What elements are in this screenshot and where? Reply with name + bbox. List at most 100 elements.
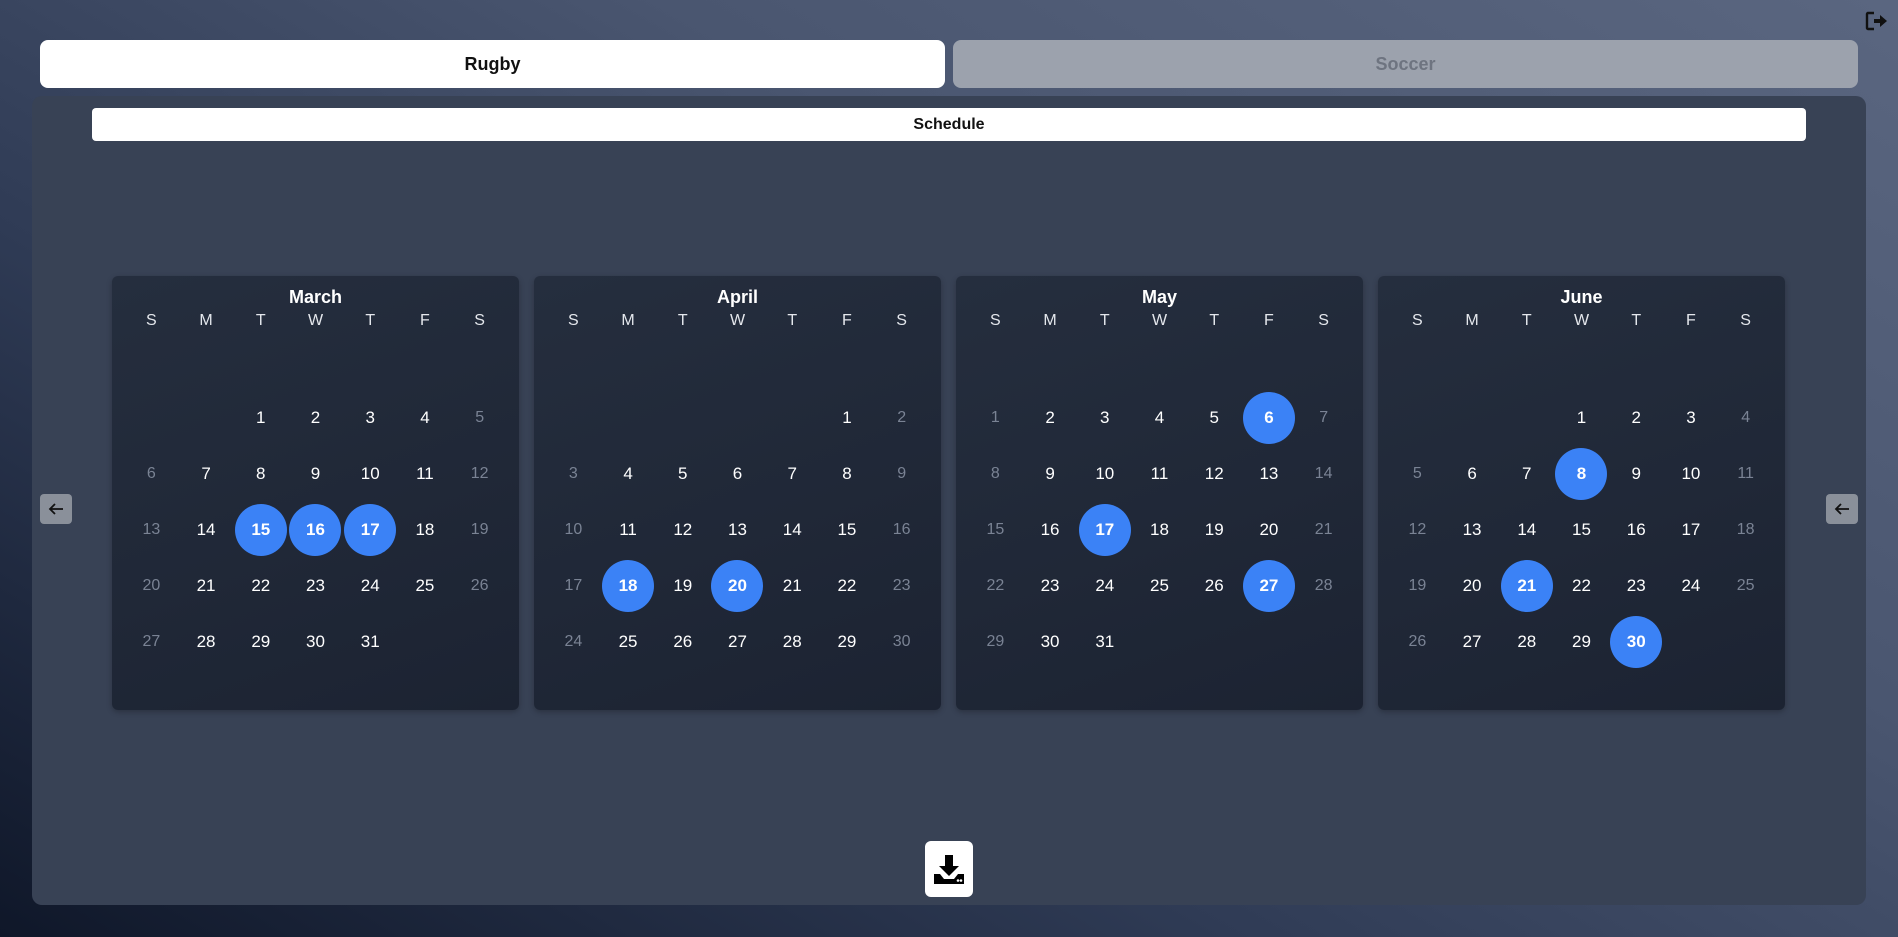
day-cell[interactable]: 27 (124, 614, 179, 670)
day-cell[interactable]: 9 (874, 446, 929, 502)
day-cell[interactable]: 8 (233, 446, 288, 502)
selected-day[interactable]: 17 (343, 502, 398, 558)
day-cell[interactable]: 7 (1499, 446, 1554, 502)
day-cell[interactable]: 12 (1390, 502, 1445, 558)
day-cell[interactable]: 21 (1296, 502, 1351, 558)
day-cell[interactable]: 25 (398, 558, 453, 614)
day-cell[interactable]: 11 (601, 502, 656, 558)
day-cell[interactable]: 26 (452, 558, 507, 614)
selected-day[interactable]: 27 (1242, 558, 1297, 614)
previous-months-button[interactable] (40, 494, 72, 524)
day-cell[interactable]: 19 (1187, 502, 1242, 558)
day-cell[interactable]: 22 (820, 558, 875, 614)
day-cell[interactable]: 19 (452, 502, 507, 558)
day-cell[interactable]: 9 (288, 446, 343, 502)
day-cell[interactable]: 1 (820, 390, 875, 446)
day-cell[interactable]: 10 (1077, 446, 1132, 502)
day-cell[interactable]: 24 (1077, 558, 1132, 614)
day-cell[interactable]: 10 (343, 446, 398, 502)
day-cell[interactable]: 27 (1445, 614, 1500, 670)
day-cell[interactable]: 21 (765, 558, 820, 614)
day-cell[interactable]: 9 (1609, 446, 1664, 502)
day-cell[interactable]: 12 (452, 446, 507, 502)
day-cell[interactable]: 10 (1664, 446, 1719, 502)
day-cell[interactable]: 29 (968, 614, 1023, 670)
day-cell[interactable]: 23 (874, 558, 929, 614)
day-cell[interactable]: 15 (820, 502, 875, 558)
day-cell[interactable]: 5 (452, 390, 507, 446)
day-cell[interactable]: 1 (1554, 390, 1609, 446)
day-cell[interactable]: 2 (288, 390, 343, 446)
selected-day[interactable]: 17 (1077, 502, 1132, 558)
tab-rugby[interactable]: Rugby (40, 40, 945, 88)
download-button[interactable] (925, 841, 973, 897)
day-cell[interactable]: 5 (655, 446, 710, 502)
day-cell[interactable]: 28 (1296, 558, 1351, 614)
day-cell[interactable]: 22 (968, 558, 1023, 614)
day-cell[interactable]: 25 (1718, 558, 1773, 614)
day-cell[interactable]: 22 (233, 558, 288, 614)
day-cell[interactable]: 30 (1023, 614, 1078, 670)
schedule-button[interactable]: Schedule (92, 108, 1806, 141)
day-cell[interactable]: 19 (1390, 558, 1445, 614)
day-cell[interactable]: 1 (968, 390, 1023, 446)
day-cell[interactable]: 2 (874, 390, 929, 446)
day-cell[interactable]: 24 (1664, 558, 1719, 614)
day-cell[interactable]: 11 (1718, 446, 1773, 502)
day-cell[interactable]: 2 (1023, 390, 1078, 446)
day-cell[interactable]: 5 (1390, 446, 1445, 502)
selected-day[interactable]: 8 (1554, 446, 1609, 502)
day-cell[interactable]: 23 (1609, 558, 1664, 614)
selected-day[interactable]: 18 (601, 558, 656, 614)
day-cell[interactable]: 31 (343, 614, 398, 670)
logout-icon[interactable] (1864, 10, 1890, 32)
day-cell[interactable]: 3 (546, 446, 601, 502)
day-cell[interactable]: 13 (1242, 446, 1297, 502)
day-cell[interactable]: 29 (820, 614, 875, 670)
day-cell[interactable]: 18 (398, 502, 453, 558)
day-cell[interactable]: 18 (1718, 502, 1773, 558)
day-cell[interactable]: 29 (1554, 614, 1609, 670)
day-cell[interactable]: 30 (874, 614, 929, 670)
day-cell[interactable]: 7 (1296, 390, 1351, 446)
day-cell[interactable]: 21 (179, 558, 234, 614)
day-cell[interactable]: 22 (1554, 558, 1609, 614)
day-cell[interactable]: 19 (655, 558, 710, 614)
day-cell[interactable]: 5 (1187, 390, 1242, 446)
day-cell[interactable]: 26 (1390, 614, 1445, 670)
day-cell[interactable]: 23 (1023, 558, 1078, 614)
day-cell[interactable]: 14 (1499, 502, 1554, 558)
day-cell[interactable]: 6 (710, 446, 765, 502)
day-cell[interactable]: 24 (546, 614, 601, 670)
day-cell[interactable]: 4 (398, 390, 453, 446)
day-cell[interactable]: 6 (124, 446, 179, 502)
day-cell[interactable]: 7 (179, 446, 234, 502)
day-cell[interactable]: 25 (601, 614, 656, 670)
day-cell[interactable]: 26 (1187, 558, 1242, 614)
day-cell[interactable]: 14 (765, 502, 820, 558)
day-cell[interactable]: 28 (1499, 614, 1554, 670)
day-cell[interactable]: 28 (179, 614, 234, 670)
day-cell[interactable]: 3 (343, 390, 398, 446)
day-cell[interactable]: 17 (1664, 502, 1719, 558)
next-months-button[interactable] (1826, 494, 1858, 524)
day-cell[interactable]: 2 (1609, 390, 1664, 446)
day-cell[interactable]: 4 (1718, 390, 1773, 446)
day-cell[interactable]: 1 (233, 390, 288, 446)
day-cell[interactable]: 11 (1132, 446, 1187, 502)
day-cell[interactable]: 28 (765, 614, 820, 670)
day-cell[interactable]: 15 (1554, 502, 1609, 558)
day-cell[interactable]: 7 (765, 446, 820, 502)
day-cell[interactable]: 25 (1132, 558, 1187, 614)
day-cell[interactable]: 20 (124, 558, 179, 614)
day-cell[interactable]: 16 (874, 502, 929, 558)
selected-day[interactable]: 16 (288, 502, 343, 558)
day-cell[interactable]: 24 (343, 558, 398, 614)
day-cell[interactable]: 6 (1445, 446, 1500, 502)
day-cell[interactable]: 14 (179, 502, 234, 558)
selected-day[interactable]: 30 (1609, 614, 1664, 670)
selected-day[interactable]: 6 (1242, 390, 1297, 446)
day-cell[interactable]: 13 (710, 502, 765, 558)
selected-day[interactable]: 20 (710, 558, 765, 614)
day-cell[interactable]: 8 (968, 446, 1023, 502)
